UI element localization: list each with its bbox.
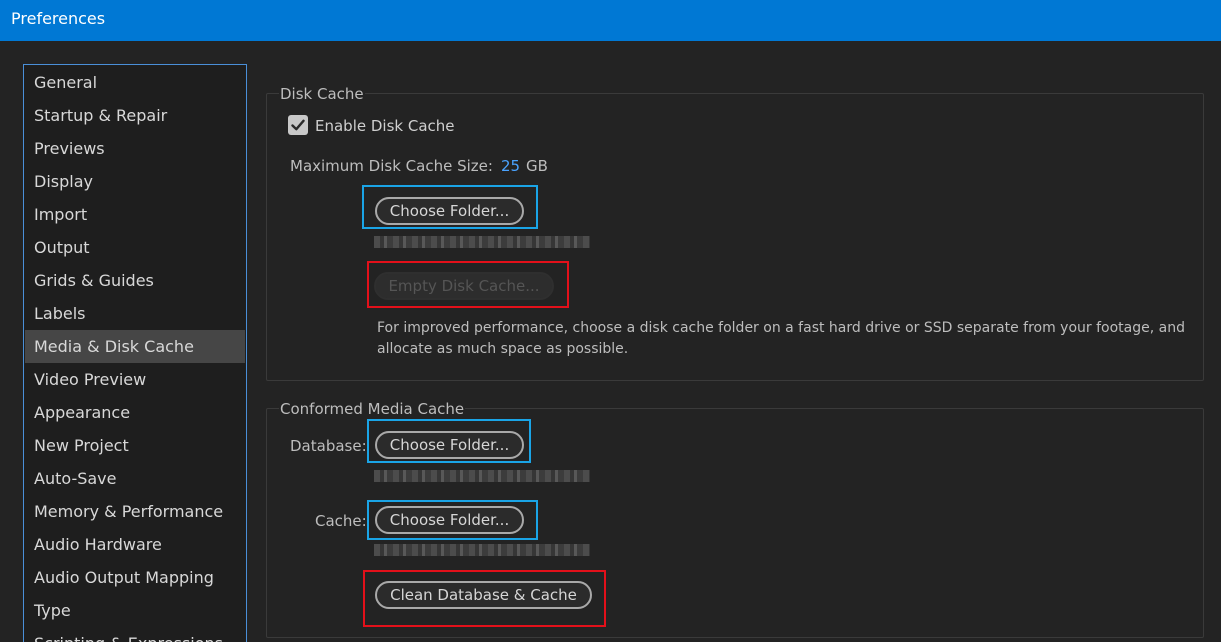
max-disk-cache-size-unit: GB [526,157,548,175]
sidebar-item-previews[interactable]: Previews [25,132,245,165]
sidebar-item-import[interactable]: Import [25,198,245,231]
disk-cache-help-text: For improved performance, choose a disk … [377,320,1185,357]
sidebar-item-new-project[interactable]: New Project [25,429,245,462]
window-title: Preferences [11,9,106,28]
sidebar-item-auto-save[interactable]: Auto-Save [25,462,245,495]
database-folder-path-blurred [374,470,590,482]
disk-cache-choose-folder-button[interactable]: Choose Folder... [375,197,524,225]
sidebar-item-grids-guides[interactable]: Grids & Guides [25,264,245,297]
enable-disk-cache-label[interactable]: Enable Disk Cache [315,117,455,135]
checkmark-icon [291,119,305,131]
disk-cache-group-label: Disk Cache [279,85,365,103]
sidebar-item-general[interactable]: General [25,66,245,99]
max-disk-cache-size-value[interactable]: 25 [501,157,520,175]
sidebar-item-audio-hardware[interactable]: Audio Hardware [25,528,245,561]
sidebar-item-display[interactable]: Display [25,165,245,198]
sidebar-item-memory-performance[interactable]: Memory & Performance [25,495,245,528]
cache-choose-folder-button[interactable]: Choose Folder... [375,506,524,534]
cache-label: Cache: [315,512,367,530]
sidebar-item-media-disk-cache[interactable]: Media & Disk Cache [25,330,245,363]
database-label: Database: [290,437,367,455]
sidebar-item-video-preview[interactable]: Video Preview [25,363,245,396]
sidebar-item-type[interactable]: Type [25,594,245,627]
sidebar-item-appearance[interactable]: Appearance [25,396,245,429]
sidebar-item-audio-output-mapping[interactable]: Audio Output Mapping [25,561,245,594]
database-choose-folder-button[interactable]: Choose Folder... [375,431,524,459]
conformed-media-cache-group-label: Conformed Media Cache [279,400,466,418]
empty-disk-cache-button[interactable]: Empty Disk Cache... [374,272,554,300]
clean-database-cache-button[interactable]: Clean Database & Cache [375,581,592,609]
disk-cache-folder-path-blurred [374,236,590,248]
sidebar-item-labels[interactable]: Labels [25,297,245,330]
cache-folder-path-blurred [374,544,590,556]
sidebar-item-startup-repair[interactable]: Startup & Repair [25,99,245,132]
preferences-sidebar: General Startup & Repair Previews Displa… [23,64,247,642]
enable-disk-cache-checkbox[interactable] [288,115,308,135]
sidebar-item-output[interactable]: Output [25,231,245,264]
max-disk-cache-size-label: Maximum Disk Cache Size: [290,157,493,175]
title-bar: Preferences [0,0,1221,41]
sidebar-item-scripting-expressions[interactable]: Scripting & Expressions [25,627,245,642]
